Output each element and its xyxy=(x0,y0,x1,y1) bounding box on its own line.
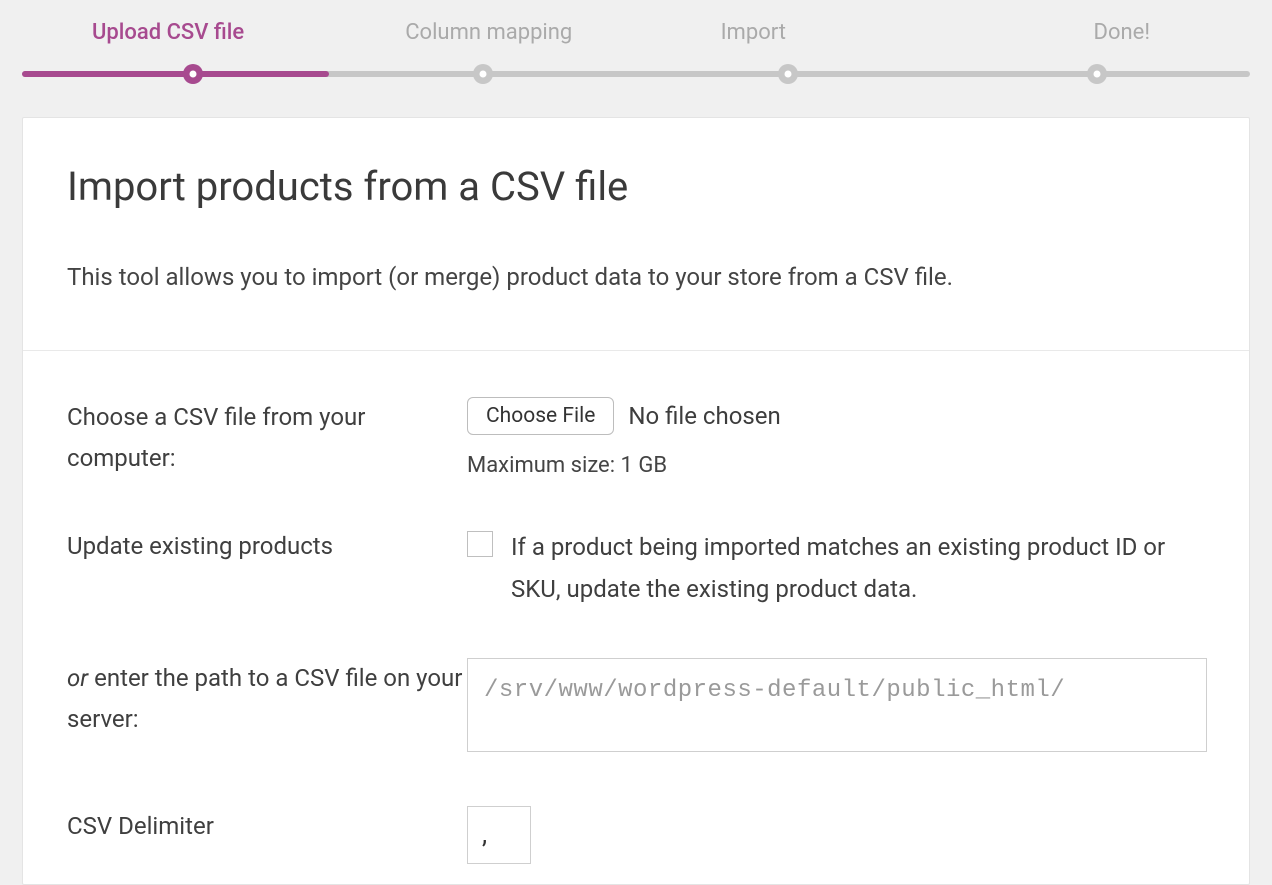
row-update-existing: Update existing products If a product be… xyxy=(67,526,1205,610)
update-existing-checkbox[interactable] xyxy=(467,531,493,557)
stepper-dot-mapping xyxy=(473,64,493,84)
label-update-existing: Update existing products xyxy=(67,526,467,610)
import-stepper: Upload CSV file Column mapping Import Do… xyxy=(0,0,1272,117)
file-chosen-status: No file chosen xyxy=(628,402,780,430)
row-choose-file: Choose a CSV file from your computer: Ch… xyxy=(67,397,1205,479)
step-import[interactable]: Import xyxy=(621,20,886,45)
stepper-progress-fill xyxy=(22,71,329,77)
import-form: Choose a CSV file from your computer: Ch… xyxy=(23,351,1249,885)
choose-file-button[interactable]: Choose File xyxy=(467,397,614,435)
row-delimiter: CSV Delimiter xyxy=(67,806,1205,864)
stepper-labels: Upload CSV file Column mapping Import Do… xyxy=(22,20,1250,45)
delimiter-input[interactable] xyxy=(467,806,531,864)
update-existing-description: If a product being imported matches an e… xyxy=(511,526,1205,610)
step-upload-csv[interactable]: Upload CSV file xyxy=(22,20,357,45)
stepper-dot-done xyxy=(1087,64,1107,84)
control-choose-file: Choose File No file chosen Maximum size:… xyxy=(467,397,1205,479)
page-description: This tool allows you to import (or merge… xyxy=(67,260,1205,295)
stepper-dot-upload xyxy=(183,64,203,84)
stepper-dot-import xyxy=(778,64,798,84)
control-update-existing: If a product being imported matches an e… xyxy=(467,526,1205,610)
control-delimiter xyxy=(467,806,1205,864)
file-picker: Choose File No file chosen xyxy=(467,397,1205,435)
page-title: Import products from a CSV file xyxy=(67,163,1205,210)
stepper-track xyxy=(22,71,1250,77)
step-done[interactable]: Done! xyxy=(886,20,1251,45)
label-server-path: or enter the path to a CSV file on your … xyxy=(67,658,467,758)
label-choose-file: Choose a CSV file from your computer: xyxy=(67,397,467,479)
step-column-mapping[interactable]: Column mapping xyxy=(357,20,622,45)
panel-header: Import products from a CSV file This too… xyxy=(23,118,1249,351)
server-path-input[interactable] xyxy=(467,658,1207,752)
row-server-path: or enter the path to a CSV file on your … xyxy=(67,658,1205,758)
import-panel: Import products from a CSV file This too… xyxy=(22,117,1250,885)
label-delimiter: CSV Delimiter xyxy=(67,806,467,864)
control-server-path xyxy=(467,658,1207,758)
file-size-hint: Maximum size: 1 GB xyxy=(467,453,1205,478)
label-server-path-prefix: or xyxy=(67,664,88,692)
label-server-path-rest: enter the path to a CSV file on your ser… xyxy=(67,664,462,733)
